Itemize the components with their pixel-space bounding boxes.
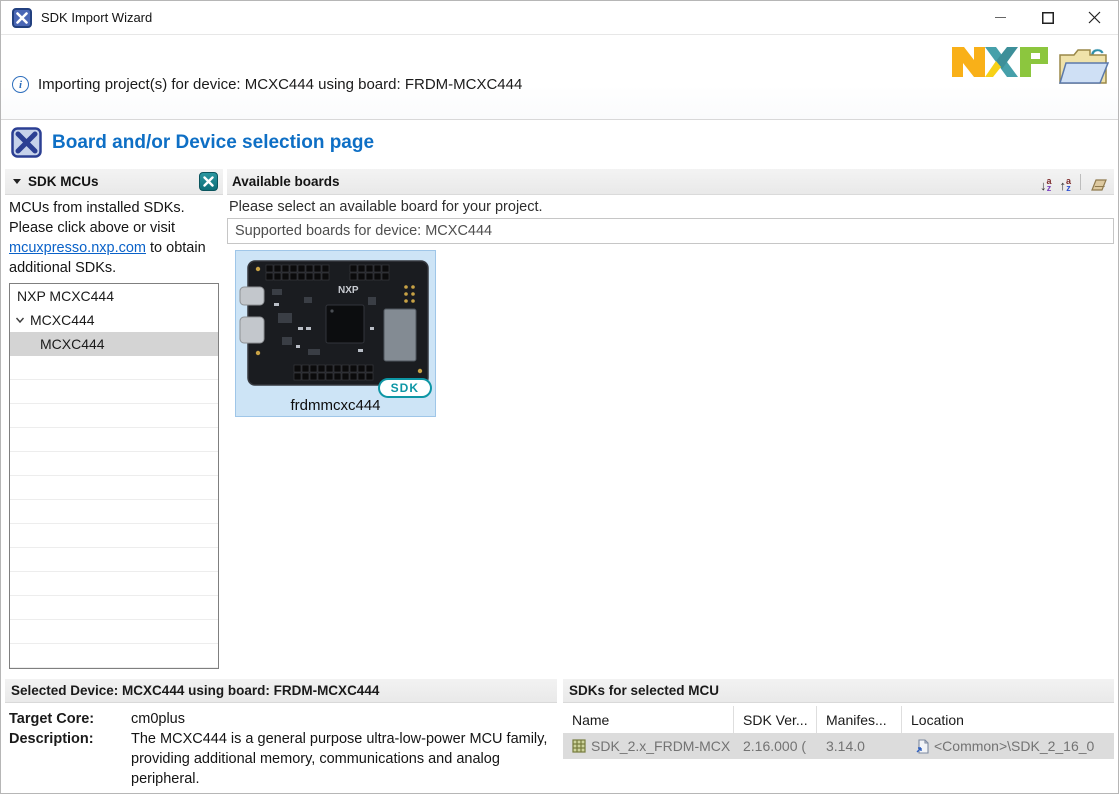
title-bar: SDK Import Wizard	[1, 1, 1118, 35]
sort-az-icon: a z	[1046, 178, 1051, 192]
tree-row-nxp-mcxc444[interactable]: NXP MCXC444	[10, 284, 218, 308]
mcuxpresso-app-icon	[12, 8, 32, 28]
column-header-location[interactable]: Location	[902, 706, 1114, 733]
minimize-icon	[995, 12, 1006, 23]
description-value: The MCXC444 is a general purpose ultra-l…	[131, 729, 557, 789]
board-filter-input[interactable]	[227, 218, 1114, 244]
sdks-table: Name SDK Ver... Manifes... Location SDK_…	[563, 706, 1114, 759]
sdk-table-row[interactable]: SDK_2.x_FRDM-MCX 2.16.000 ( 3.14.0 <Comm…	[563, 733, 1114, 759]
teal-x-icon	[203, 176, 214, 187]
mcu-list-empty-row	[10, 644, 218, 668]
board-name: frdmmcxc444	[236, 397, 435, 414]
mcu-list-empty-row	[10, 500, 218, 524]
available-boards-title: Available boards	[232, 174, 340, 189]
sdk-name-cell: SDK_2.x_FRDM-MCX	[563, 738, 734, 754]
mcu-list-empty-row	[10, 356, 218, 380]
maximize-button[interactable]	[1024, 1, 1071, 34]
sdks-header: SDKs for selected MCU	[563, 679, 1114, 703]
sdk-version-cell: 2.16.000 (	[734, 738, 817, 754]
sdks-table-header: Name SDK Ver... Manifes... Location	[563, 706, 1114, 733]
mcu-list-empty-row	[10, 572, 218, 596]
wizard-message-line: i Importing project(s) for device: MCXC4…	[12, 76, 522, 93]
page-title: Board and/or Device selection page	[52, 132, 374, 154]
close-button[interactable]	[1071, 1, 1118, 34]
sdk-mcus-desc-part1: MCUs from installed SDKs. Please click a…	[9, 200, 185, 236]
sdk-mcus-close-button[interactable]	[199, 172, 218, 191]
column-header-name[interactable]: Name	[563, 706, 734, 733]
sdk-mcus-header: SDK MCUs	[5, 169, 223, 195]
sdk-mcus-title: SDK MCUs	[28, 174, 99, 189]
mcuxpresso-page-icon	[11, 127, 42, 158]
sdk-import-wizard-window: SDK Import Wizard i Importing project(s)…	[0, 0, 1119, 794]
import-project-folder-icon: C	[1056, 41, 1112, 91]
collapse-triangle-icon[interactable]	[13, 179, 21, 184]
selected-device-panel: Selected Device: MCXC444 using board: FR…	[5, 679, 557, 789]
target-core-value: cm0plus	[131, 709, 557, 729]
nxp-logo	[950, 41, 1050, 83]
sdk-manifest-cell: 3.14.0	[817, 738, 902, 754]
brand-area: C	[950, 41, 1112, 91]
selected-device-title: Selected Device: MCXC444 using board: FR…	[11, 683, 379, 698]
sdk-badge: SDK	[378, 378, 432, 398]
mcuxpresso-link[interactable]: mcuxpresso.nxp.com	[9, 240, 146, 256]
window-title: SDK Import Wizard	[41, 10, 152, 25]
board-card-frdmmcxc444[interactable]: NXP SDK	[235, 250, 436, 417]
toolbar-separator	[1080, 174, 1081, 190]
chevron-down-icon	[14, 314, 26, 326]
maximize-icon	[1042, 12, 1054, 24]
clear-filter-button[interactable]	[1089, 172, 1109, 192]
available-boards-header: Available boards ↓ a z ↑ a z	[227, 169, 1114, 195]
tree-row-mcxc444-group[interactable]: MCXC444	[10, 308, 218, 332]
sdk-mcus-panel: SDK MCUs MCUs from installed SDKs. Pleas…	[5, 169, 223, 669]
tree-label: NXP MCXC444	[17, 288, 114, 304]
sort-az-icon: a z	[1066, 178, 1071, 192]
mcu-tree-list: NXP MCXC444 MCXC444 MCXC444	[9, 283, 219, 669]
column-header-sdk-version[interactable]: SDK Ver...	[734, 706, 817, 733]
description-label: Description:	[9, 729, 127, 789]
board-photo: NXP	[238, 253, 435, 391]
available-boards-panel: Available boards ↓ a z ↑ a z	[227, 169, 1114, 417]
mcu-list-empty-row	[10, 404, 218, 428]
sdk-mcus-description: MCUs from installed SDKs. Please click a…	[5, 195, 223, 280]
column-header-manifest[interactable]: Manifes...	[817, 706, 902, 733]
tree-row-mcxc444-selected[interactable]: MCXC444	[10, 332, 218, 356]
mcu-list-empty-row	[10, 596, 218, 620]
mcu-list-empty-row	[10, 548, 218, 572]
wizard-message: Importing project(s) for device: MCXC444…	[38, 76, 522, 93]
mcu-list-empty-row	[10, 380, 218, 404]
mcu-list-empty-row	[10, 428, 218, 452]
mcu-list-empty-row	[10, 620, 218, 644]
mcu-list-empty-row	[10, 524, 218, 548]
mcu-list-empty-row	[10, 476, 218, 500]
device-details: Target Core: cm0plus Description: The MC…	[5, 703, 557, 789]
sdk-location-text: <Common>\SDK_2_16_0	[934, 738, 1094, 754]
info-icon: i	[12, 76, 29, 93]
sdk-package-icon	[572, 739, 586, 753]
sdk-location-cell: <Common>\SDK_2_16_0	[902, 738, 1114, 754]
board-instruction: Please select an available board for you…	[227, 195, 1114, 218]
sort-ascending-button[interactable]: ↑ a z	[1058, 172, 1072, 192]
window-controls	[977, 1, 1118, 34]
target-core-label: Target Core:	[9, 709, 127, 729]
close-icon	[1088, 11, 1101, 24]
svg-text:NXP: NXP	[338, 285, 359, 296]
tree-label: MCXC444	[30, 312, 95, 328]
mcu-list-empty-row	[10, 452, 218, 476]
sort-descending-button[interactable]: ↓ a z	[1039, 172, 1053, 192]
board-toolbar: ↓ a z ↑ a z	[1039, 172, 1109, 192]
linked-file-icon	[916, 739, 929, 754]
minimize-button[interactable]	[977, 1, 1024, 34]
page-heading: Board and/or Device selection page	[11, 127, 374, 158]
sdk-name-text: SDK_2.x_FRDM-MCX	[591, 738, 730, 754]
sdks-title: SDKs for selected MCU	[569, 683, 719, 698]
eraser-icon	[1090, 178, 1108, 192]
sdks-panel: SDKs for selected MCU Name SDK Ver... Ma…	[563, 679, 1114, 759]
wizard-header: i Importing project(s) for device: MCXC4…	[1, 35, 1118, 120]
selected-device-header: Selected Device: MCXC444 using board: FR…	[5, 679, 557, 703]
tree-label: MCXC444	[40, 336, 105, 352]
